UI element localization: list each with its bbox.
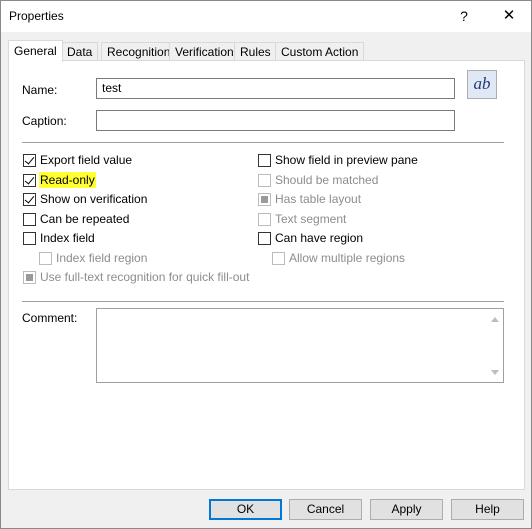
separator-bottom xyxy=(22,301,504,302)
tab-recognition[interactable]: Recognition xyxy=(101,42,177,60)
caption-label: Caption: xyxy=(22,114,67,128)
checkbox-label: Export field value xyxy=(40,153,133,167)
checkbox-label: Allow multiple regions xyxy=(289,251,406,265)
checkbox-box[interactable] xyxy=(23,174,36,187)
cancel-button[interactable]: Cancel xyxy=(289,499,362,520)
text-format-button[interactable]: ab xyxy=(467,70,497,99)
checkbox-label: Index field region xyxy=(56,251,148,265)
comment-textarea[interactable] xyxy=(96,308,504,383)
tab-data[interactable]: Data xyxy=(61,42,99,60)
name-input[interactable]: test xyxy=(96,78,455,99)
checkbox-box[interactable] xyxy=(258,174,271,187)
checkbox-label: Should be matched xyxy=(275,173,379,187)
checkbox-box[interactable] xyxy=(258,193,271,206)
checkbox-box[interactable] xyxy=(258,154,271,167)
checkbox-box[interactable] xyxy=(39,252,52,265)
checkbox-box[interactable] xyxy=(23,271,36,284)
dialog-title: Properties xyxy=(9,9,64,23)
checkbox-box[interactable] xyxy=(23,232,36,245)
checkbox-box[interactable] xyxy=(272,252,285,265)
checkbox-box[interactable] xyxy=(258,213,271,226)
scroll-down-arrow-icon[interactable] xyxy=(491,370,499,375)
checkbox-label: Show on verification xyxy=(40,192,148,206)
checkbox-label: Has table layout xyxy=(275,192,362,206)
apply-button[interactable]: Apply xyxy=(370,499,443,520)
tab-custom-action[interactable]: Custom Action xyxy=(275,42,365,60)
checkbox-label: Text segment xyxy=(275,212,347,226)
scroll-up-arrow-icon[interactable] xyxy=(491,317,499,322)
title-bar: Properties ? ✕ xyxy=(1,1,531,32)
tab-general[interactable]: General xyxy=(8,40,63,62)
comment-scrollbar[interactable] xyxy=(487,309,503,382)
checkbox-label: Index field xyxy=(40,231,95,245)
help-button[interactable]: Help xyxy=(451,499,524,520)
caption-input[interactable] xyxy=(96,110,455,131)
checkbox-label: Use full-text recognition for quick fill… xyxy=(40,270,250,284)
tab-rules[interactable]: Rules xyxy=(234,42,277,60)
tab-verification[interactable]: Verification xyxy=(169,42,240,60)
separator-top xyxy=(22,142,504,143)
checkbox-box[interactable] xyxy=(23,193,36,206)
checkbox-box[interactable] xyxy=(23,154,36,167)
comment-label: Comment: xyxy=(22,311,78,325)
help-title-button[interactable]: ? xyxy=(452,4,476,28)
checkbox-label: Show field in preview pane xyxy=(275,153,418,167)
name-label: Name: xyxy=(22,83,58,97)
checkbox-label: Read-only xyxy=(39,172,96,188)
checkbox-box[interactable] xyxy=(258,232,271,245)
checkbox-label: Can be repeated xyxy=(40,212,130,226)
close-icon[interactable]: ✕ xyxy=(492,4,526,28)
checkbox-label: Can have region xyxy=(275,231,364,245)
ok-button[interactable]: OK xyxy=(209,499,282,520)
checkbox-box[interactable] xyxy=(23,213,36,226)
properties-dialog: Properties ? ✕ General Data Recognition … xyxy=(0,0,532,529)
